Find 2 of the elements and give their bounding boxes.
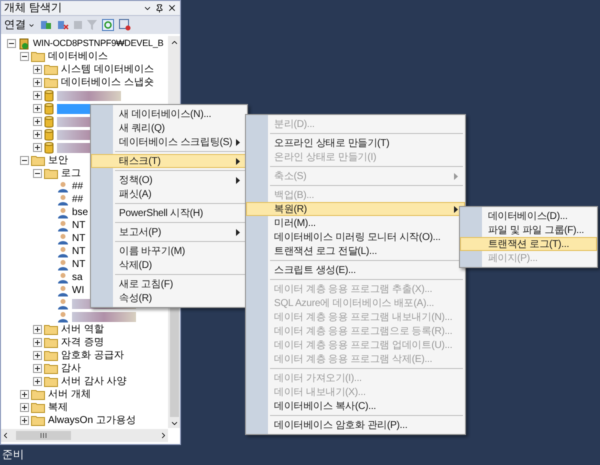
panel-title: 개체 탐색기 [4,2,64,14]
status-text: 준비 [2,448,24,463]
